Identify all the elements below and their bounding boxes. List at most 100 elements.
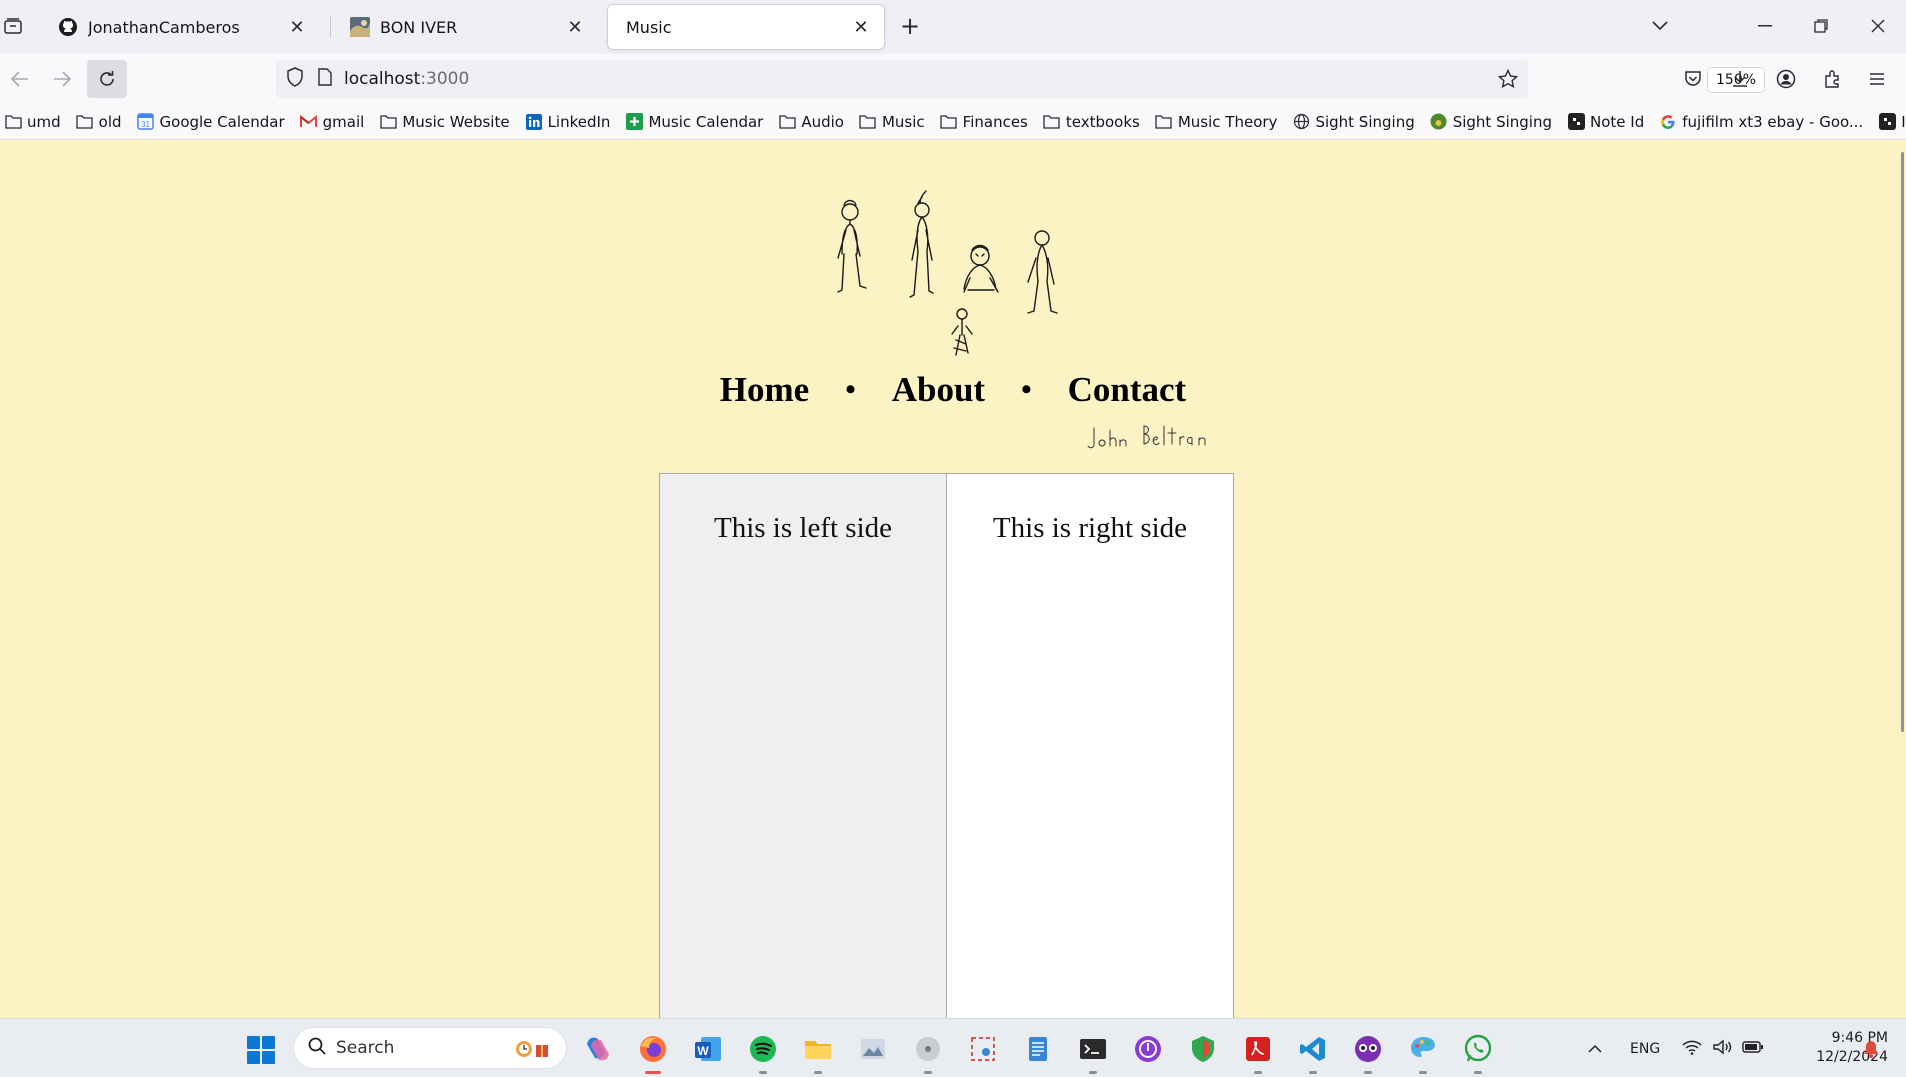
search-highlight-icon — [514, 1037, 552, 1059]
folder-icon — [778, 113, 796, 131]
url-text: localhost:3000 — [344, 69, 469, 89]
nav-home-link[interactable]: Home — [720, 370, 809, 410]
extensions-icon[interactable] — [1812, 60, 1852, 98]
word-icon[interactable]: W — [690, 1031, 726, 1067]
vscode-icon[interactable] — [1295, 1031, 1331, 1074]
gmail-icon — [300, 113, 318, 131]
snipping-tool-icon[interactable] — [965, 1031, 1001, 1067]
paint-icon[interactable] — [1405, 1031, 1441, 1074]
folder-icon — [940, 113, 958, 131]
bookmark-item[interactable]: Sight Singing — [1430, 113, 1552, 131]
notepad-icon[interactable] — [1020, 1031, 1056, 1067]
disc-icon[interactable] — [910, 1031, 946, 1074]
tracking-protection-shield-icon[interactable] — [286, 67, 304, 91]
search-placeholder: Search — [336, 1038, 395, 1058]
downloads-icon[interactable] — [1720, 60, 1760, 98]
page-scrollbar[interactable] — [1901, 152, 1904, 732]
notification-bell-icon[interactable] — [1862, 1019, 1880, 1077]
green-circle-icon — [1430, 113, 1448, 131]
music-app-icon[interactable] — [1130, 1031, 1166, 1067]
url-port: :3000 — [420, 69, 470, 89]
volume-icon[interactable] — [1712, 1039, 1732, 1059]
running-indicator — [1254, 1071, 1262, 1074]
minimize-icon[interactable] — [1745, 10, 1785, 42]
reload-icon[interactable] — [87, 60, 127, 98]
windows-start-icon[interactable] — [247, 1036, 275, 1064]
whatsapp-icon[interactable] — [1460, 1031, 1496, 1074]
bookmark-item[interactable]: Music Website — [379, 113, 510, 131]
bookmark-item[interactable]: fujifilm xt3 ebay - Goo... — [1659, 113, 1863, 131]
restore-icon[interactable] — [1801, 10, 1841, 42]
photos-icon[interactable] — [855, 1031, 891, 1067]
right-column-text: This is right side — [992, 512, 1188, 544]
bookmark-label: Note Id — [1590, 112, 1645, 131]
tab-github[interactable]: JonathanCamberos ✕ — [40, 5, 320, 49]
folder-icon — [379, 113, 397, 131]
spotify-icon[interactable] — [745, 1031, 781, 1074]
bookmark-star-icon[interactable] — [1497, 68, 1519, 93]
bookmark-item[interactable]: Music — [859, 113, 925, 131]
running-indicator — [1364, 1071, 1372, 1074]
file-explorer-icon[interactable] — [800, 1031, 836, 1074]
back-icon[interactable] — [0, 60, 40, 98]
bookmark-item[interactable]: gmail — [300, 112, 365, 131]
account-icon[interactable] — [1766, 60, 1806, 98]
acrobat-icon[interactable] — [1240, 1031, 1276, 1074]
folder-icon — [859, 113, 877, 131]
address-bar[interactable]: localhost:3000 150% — [276, 60, 1765, 98]
menu-icon[interactable] — [1857, 60, 1897, 98]
new-tab-button[interactable]: + — [890, 10, 930, 42]
bookmark-item[interactable]: umd — [4, 113, 61, 131]
copilot-icon[interactable] — [580, 1031, 616, 1067]
bookmark-item[interactable]: Music Calendar — [625, 113, 763, 131]
bookmark-item[interactable]: 31 Google Calendar — [137, 113, 285, 131]
list-all-tabs-icon[interactable] — [1640, 10, 1680, 42]
mask-app-icon[interactable] — [1350, 1031, 1386, 1074]
tab-music[interactable]: Music ✕ — [608, 5, 884, 49]
close-window-icon[interactable] — [1858, 10, 1898, 42]
nav-contact-link[interactable]: Contact — [1068, 370, 1187, 410]
forward-icon[interactable] — [42, 60, 82, 98]
close-tab-icon[interactable]: ✕ — [286, 17, 308, 38]
bookmark-item[interactable]: LinkedIn — [525, 113, 610, 131]
bookmark-label: Sight Singing — [1452, 112, 1552, 131]
bookmark-label: textbooks — [1065, 112, 1140, 131]
wifi-icon[interactable] — [1682, 1039, 1702, 1059]
tab-bon-iver[interactable]: BON IVER ✕ — [332, 5, 598, 49]
web-page: Home • About • Contact This is left side… — [0, 140, 1906, 1018]
bookmark-label: Audio — [801, 112, 844, 131]
dark-square-icon — [1567, 113, 1585, 131]
system-tray-icons[interactable] — [1682, 1019, 1764, 1077]
bookmark-item[interactable]: Sight Singing — [1292, 113, 1415, 131]
john-beltran-signature — [1087, 425, 1206, 449]
close-tab-icon[interactable]: ✕ — [850, 17, 872, 38]
bookmark-label: gmail — [322, 112, 365, 131]
bookmark-label: Finances — [962, 112, 1028, 131]
terminal-icon[interactable] — [1075, 1031, 1111, 1074]
tab-title: Music — [626, 17, 672, 37]
nav-about-link[interactable]: About — [892, 370, 985, 410]
battery-icon[interactable] — [1742, 1039, 1764, 1059]
language-indicator[interactable]: ENG — [1630, 1019, 1660, 1077]
running-indicator — [1309, 1071, 1317, 1074]
bookmark-item[interactable]: textbooks — [1043, 113, 1140, 131]
taskbar-search-box[interactable]: Search — [294, 1028, 566, 1068]
bookmark-item[interactable]: Interval Id — [1878, 113, 1906, 131]
bookmark-item[interactable]: Finances — [940, 113, 1028, 131]
folder-icon — [1155, 113, 1173, 131]
bookmark-item[interactable]: Audio — [778, 113, 844, 131]
page-info-icon[interactable] — [318, 68, 332, 90]
vpn-shield-icon[interactable] — [1185, 1031, 1221, 1067]
close-tab-icon[interactable]: ✕ — [564, 17, 586, 38]
bookmark-item[interactable]: Note Id — [1567, 113, 1644, 131]
bookmark-item[interactable]: old — [76, 113, 122, 131]
firefox-icon[interactable] — [635, 1031, 671, 1074]
linkedin-icon — [525, 113, 543, 131]
calendar-plus-icon — [625, 113, 643, 131]
tab-list-icon[interactable] — [0, 10, 26, 42]
pocket-icon[interactable] — [1673, 60, 1713, 98]
show-hidden-icons-chevron-icon[interactable] — [1588, 1019, 1602, 1077]
bookmark-item[interactable]: Music Theory — [1155, 113, 1277, 131]
navigation-toolbar: localhost:3000 150% — [0, 54, 1906, 104]
windows-taskbar: Search W ENG 9:46 PM 12/2/2024 — [0, 1018, 1906, 1077]
